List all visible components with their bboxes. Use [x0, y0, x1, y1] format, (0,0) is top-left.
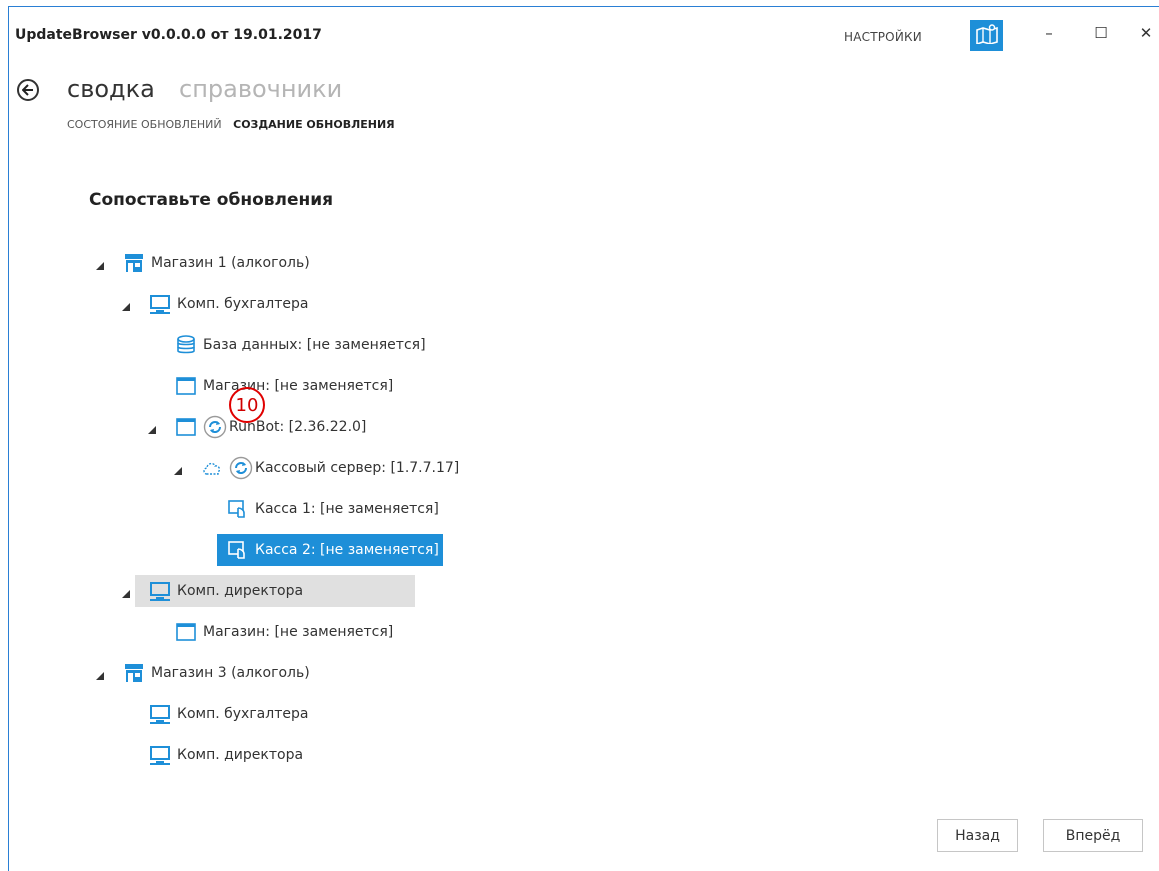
tab-create-update[interactable]: СОЗДАНИЕ ОБНОВЛЕНИЯ [233, 118, 395, 131]
tree-node[interactable]: Магазин: [не заменяется] [175, 370, 393, 402]
tree-node-label: Магазин 3 (алкоголь) [151, 665, 310, 681]
window-icon [175, 416, 197, 438]
computer-icon [149, 744, 171, 766]
arrow-left-icon [21, 81, 34, 100]
cash-register-icon [227, 539, 249, 561]
tree-node[interactable]: Магазин 1 (алкоголь) [123, 247, 310, 279]
tree-node-label: Комп. бухгалтера [177, 706, 309, 722]
tree-node-label: База данных: [не заменяется] [203, 337, 426, 353]
minimize-button[interactable]: – [1037, 23, 1061, 43]
tree-node-label: Магазин: [не заменяется] [203, 624, 394, 640]
tree-node[interactable]: Кассовый сервер: [1.7.7.17] [201, 452, 459, 484]
tree-node[interactable]: Магазин: [не заменяется] [175, 616, 393, 648]
tree-node[interactable]: База данных: [не заменяется] [175, 329, 426, 361]
tree-node[interactable]: Касса 2: [не заменяется] [217, 534, 443, 566]
nav-summary[interactable]: сводка [67, 75, 155, 103]
annotation-badge: 10 [229, 387, 265, 423]
database-icon [175, 334, 197, 356]
window-icon [175, 621, 197, 643]
close-button[interactable]: ✕ [1134, 23, 1158, 43]
computer-icon [149, 580, 171, 602]
tree-node[interactable]: Комп. директора [149, 739, 303, 771]
app-title: UpdateBrowser v0.0.0.0 от 19.01.2017 [15, 27, 322, 43]
window-icon [175, 375, 197, 397]
expand-toggle[interactable] [121, 302, 131, 312]
section-heading: Сопоставьте обновления [89, 190, 334, 210]
refresh-icon[interactable] [229, 456, 253, 480]
expand-toggle[interactable] [173, 466, 183, 476]
computer-icon [149, 293, 171, 315]
tab-update-status[interactable]: СОСТОЯНИЕ ОБНОВЛЕНИЙ [67, 118, 222, 131]
next-button[interactable]: Вперёд [1043, 819, 1143, 852]
app-window: UpdateBrowser v0.0.0.0 от 19.01.2017 НАС… [8, 6, 1159, 871]
expand-toggle[interactable] [147, 425, 157, 435]
tree-node-label: Магазин 1 (алкоголь) [151, 255, 310, 271]
cash-register-icon [227, 498, 249, 520]
expand-toggle[interactable] [95, 671, 105, 681]
triangle-down-icon [174, 467, 182, 475]
store-icon [123, 662, 145, 684]
nav-references[interactable]: справочники [179, 75, 342, 103]
triangle-down-icon [96, 262, 104, 270]
tree-node[interactable]: RunBot: [2.36.22.0] [175, 411, 366, 443]
tree-node-label: Комп. бухгалтера [177, 296, 309, 312]
tree-node-label: Касса 2: [не заменяется] [255, 542, 439, 558]
tree-node[interactable]: Комп. бухгалтера [149, 288, 308, 320]
computer-icon [149, 703, 171, 725]
map-button[interactable] [970, 20, 1003, 51]
tree-node-label: Касса 1: [не заменяется] [255, 501, 439, 517]
tree-node[interactable]: Комп. бухгалтера [149, 698, 308, 730]
refresh-icon[interactable] [203, 415, 227, 439]
tree-node[interactable]: Магазин 3 (алкоголь) [123, 657, 310, 689]
triangle-down-icon [122, 590, 130, 598]
triangle-down-icon [148, 426, 156, 434]
settings-link[interactable]: НАСТРОЙКИ [844, 30, 922, 44]
triangle-down-icon [96, 672, 104, 680]
cloud-server-icon [201, 457, 223, 479]
tree-node-label: Комп. директора [177, 747, 304, 763]
title-bar[interactable]: UpdateBrowser v0.0.0.0 от 19.01.2017 НАС… [9, 7, 1159, 57]
back-arrow-button[interactable] [17, 79, 39, 101]
tree-node-label: Кассовый сервер: [1.7.7.17] [255, 460, 460, 476]
maximize-button[interactable]: ☐ [1089, 23, 1113, 43]
triangle-down-icon [122, 303, 130, 311]
store-icon [123, 252, 145, 274]
tree-node[interactable]: Касса 1: [не заменяется] [227, 493, 439, 525]
tree-node-label: Магазин: [не заменяется] [203, 378, 394, 394]
tree-node-label: Комп. директора [177, 583, 304, 599]
expand-toggle[interactable] [121, 589, 131, 599]
sub-tabs: СОСТОЯНИЕ ОБНОВЛЕНИЙ СОЗДАНИЕ ОБНОВЛЕНИЯ [67, 118, 403, 131]
back-button[interactable]: Назад [937, 819, 1018, 852]
tree-node[interactable]: Комп. директора [135, 575, 415, 607]
map-icon [975, 23, 999, 48]
expand-toggle[interactable] [95, 261, 105, 271]
